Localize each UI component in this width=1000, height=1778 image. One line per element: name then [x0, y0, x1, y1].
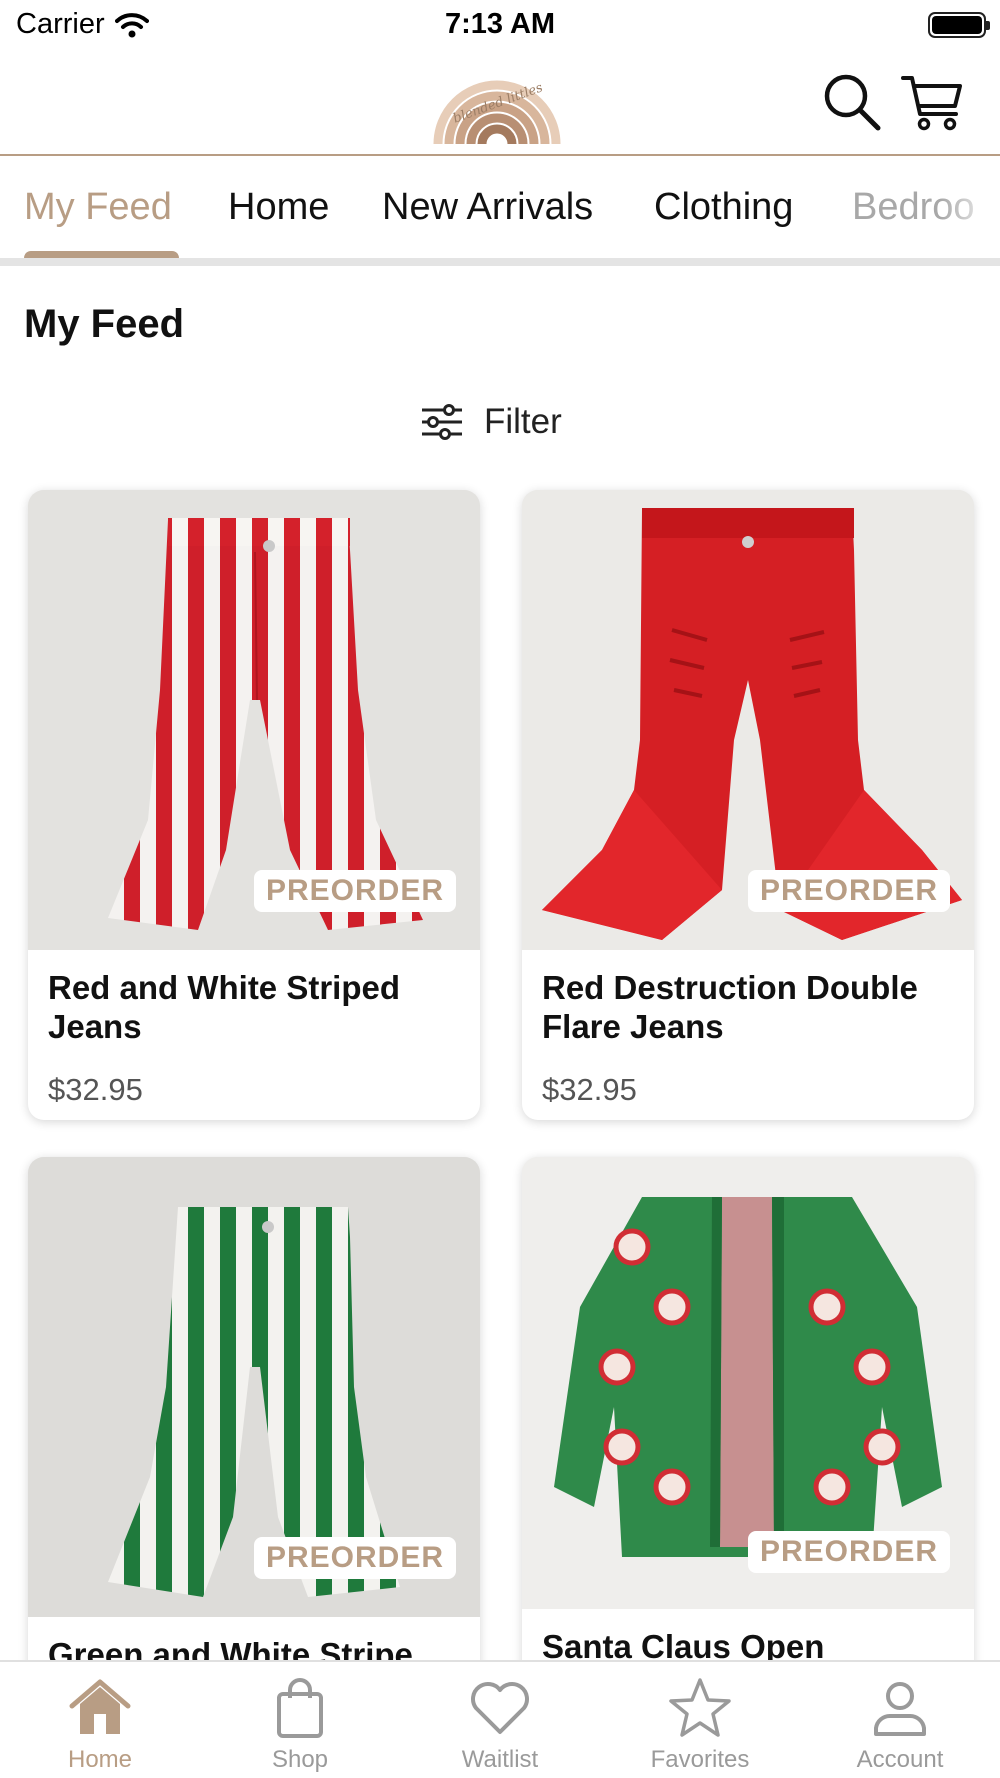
person-icon [874, 1682, 926, 1736]
search-icon[interactable] [820, 70, 884, 134]
nav-label: Favorites [650, 1746, 750, 1773]
nav-label: Account [856, 1746, 944, 1773]
product-price: $32.95 [542, 1072, 637, 1107]
product-card[interactable]: PREORDER Red and White Striped Jeans $32… [28, 490, 480, 1120]
product-card[interactable]: PREORDER Red Destruction Double Flare Je… [522, 490, 974, 1120]
nav-label: Home [67, 1746, 133, 1773]
product-name: Red and White Striped Jeans [48, 969, 401, 1045]
tabs-fade [940, 158, 1000, 258]
bottom-tab-bar: Home Shop Waitlist Favorites Account [0, 1660, 1000, 1778]
product-name: Red Destruction Double Flare Jeans [542, 969, 918, 1045]
preorder-badge: PREORDER [747, 870, 950, 912]
sliders-icon [422, 404, 462, 440]
nav-waitlist[interactable]: Waitlist [400, 1662, 600, 1778]
preorder-badge: PREORDER [747, 1531, 950, 1573]
page-title: My Feed [24, 302, 185, 346]
home-icon [69, 1679, 131, 1734]
cart-icon[interactable] [900, 70, 964, 134]
nav-label: Waitlist [461, 1746, 539, 1773]
preorder-badge: PREORDER [253, 1537, 456, 1579]
heart-icon [471, 1682, 529, 1734]
category-tabs: My Feed Home New Arrivals Clothing Bedro… [0, 158, 1000, 266]
active-tab-indicator [24, 251, 179, 258]
tab-home[interactable]: Home [228, 186, 329, 229]
nav-shop[interactable]: Shop [200, 1662, 400, 1778]
preorder-badge: PREORDER [253, 870, 456, 912]
nav-account[interactable]: Account [800, 1662, 1000, 1778]
status-bar: Carrier 7:13 AM [0, 0, 1000, 50]
tab-new-arrivals[interactable]: New Arrivals [382, 186, 593, 229]
app-header: blended littles [0, 50, 1000, 156]
product-price: $32.95 [48, 1072, 143, 1107]
battery-icon [928, 12, 990, 38]
filter-button[interactable]: Filter [420, 398, 562, 446]
filter-label: Filter [484, 402, 562, 441]
star-icon [669, 1678, 731, 1737]
nav-favorites[interactable]: Favorites [600, 1662, 800, 1778]
tab-clothing[interactable]: Clothing [654, 186, 793, 229]
status-time: 7:13 AM [444, 8, 556, 40]
nav-label: Shop [271, 1746, 329, 1773]
nav-home[interactable]: Home [0, 1662, 200, 1778]
bag-icon [277, 1678, 323, 1738]
tab-my-feed[interactable]: My Feed [24, 186, 172, 229]
